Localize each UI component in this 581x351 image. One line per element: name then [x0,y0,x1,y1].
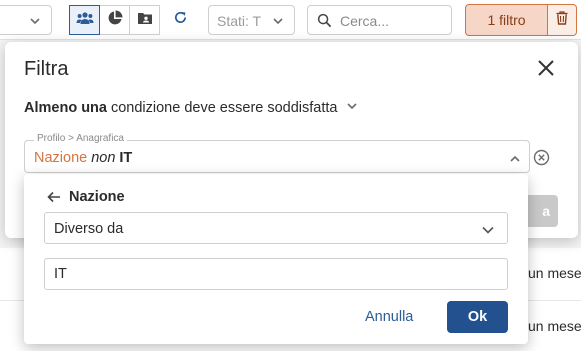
operator-select[interactable]: Diverso da [44,212,508,244]
filter-count-button[interactable]: 1 filtro [465,4,548,36]
refresh-button[interactable] [169,9,191,31]
criterion-value: IT [119,150,133,166]
row-date: un mese [528,318,581,334]
arrow-left-icon [47,191,61,203]
cancel-button[interactable]: Annulla [353,301,425,333]
operator-select-value: Diverso da [54,221,124,237]
trash-icon [556,10,568,30]
remove-circle-icon [533,149,550,170]
chevron-down-icon [272,14,284,30]
chevron-down-icon [481,223,495,241]
toolbar-select[interactable] [0,5,52,35]
view-mode-group [69,5,160,35]
close-icon [537,60,555,81]
remove-criterion-button[interactable] [533,149,550,166]
chevron-down-icon [346,100,358,116]
search-box [307,5,452,35]
refresh-icon [173,10,188,30]
criterion-field-name: Nazione [34,150,88,166]
chevron-up-icon [509,152,521,170]
value-input[interactable] [44,258,508,290]
filter-group: 1 filtro [465,4,577,36]
row-date: un mese [528,265,581,281]
ok-button[interactable]: Ok [447,301,508,333]
criterion-field[interactable]: Profilo > Anagrafica Nazione non IT [24,133,530,173]
criterion-summary: Nazione non IT [34,150,132,166]
search-input[interactable] [340,11,448,30]
modal-title: Filtra [24,58,69,80]
criterion-operator: non [91,150,116,166]
back-button[interactable]: Nazione [47,189,125,205]
contact-card-icon [137,11,153,30]
search-icon [317,13,332,33]
view-people-button[interactable] [69,5,100,35]
group-icon [76,11,94,30]
view-contacts-button[interactable] [129,5,160,35]
close-button[interactable] [537,59,555,77]
condition-text: condizione deve essere soddisfatta [110,100,338,116]
criterion-legend: Profilo > Anagrafica [34,133,127,145]
condition-mode-select[interactable]: Almeno una condizione deve essere soddis… [24,100,358,116]
toolbar: Stati: T 1 filtro [0,0,581,40]
back-button-label: Nazione [69,189,125,205]
apply-button-label: a [542,203,550,219]
clear-filters-button[interactable] [548,4,577,36]
view-chart-button[interactable] [99,5,130,35]
condition-quantifier: Almeno una [24,100,107,116]
chevron-down-icon [29,14,41,32]
status-select-placeholder: Stati: T [217,13,262,29]
criterion-editor-popover: Nazione Diverso da Annulla Ok [24,174,528,344]
status-select[interactable]: Stati: T [208,5,295,35]
pie-chart-icon [107,10,123,31]
